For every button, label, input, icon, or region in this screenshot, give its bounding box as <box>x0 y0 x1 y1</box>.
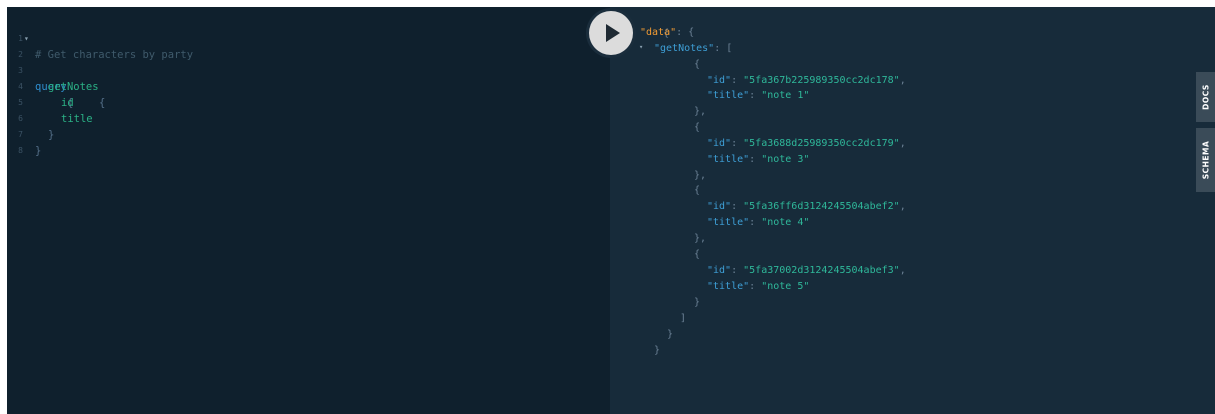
brace: }, <box>694 106 707 117</box>
brace: } <box>694 297 701 308</box>
json-key: "id" <box>707 138 732 149</box>
brace: }, <box>694 233 707 244</box>
editor-line[interactable]: 4 id <box>7 63 73 109</box>
json-key: "id" <box>707 265 732 276</box>
editor-line[interactable]: 3 getNotes { <box>7 47 105 109</box>
editor-line[interactable]: 7 } <box>7 111 45 157</box>
result-line: }, <box>694 168 706 184</box>
result-line: "title": "note 4" <box>707 215 809 231</box>
result-line: }, <box>694 231 706 247</box>
json-string: "5fa36ff6d3124245504abef2" <box>743 201 900 212</box>
json-key: "getNotes" <box>654 43 715 54</box>
json-string: "note 5" <box>761 281 810 292</box>
colon: : <box>714 43 727 54</box>
json-string: "note 3" <box>761 154 810 165</box>
colon: : <box>731 75 744 86</box>
result-line: } <box>654 343 660 359</box>
field-name: title <box>61 113 93 125</box>
json-string: "note 1" <box>761 90 810 101</box>
result-viewer: ▾ { ▾ "data": { ▾ "getNotes": [ { "id": … <box>610 7 1215 414</box>
editor-line[interactable]: 6 } <box>7 95 54 141</box>
field-name: id <box>61 97 74 109</box>
result-line: "id": "5fa367b225989350cc2dc178", <box>707 73 906 89</box>
result-line: } <box>667 327 673 343</box>
result-line: ] <box>680 311 686 327</box>
colon: : <box>749 281 762 292</box>
fold-arrow-icon[interactable]: ▾ <box>24 31 29 47</box>
colon: : <box>731 138 744 149</box>
comma: , <box>899 75 906 86</box>
comment-text: # Get characters by party <box>35 49 194 61</box>
result-line: { <box>694 57 700 73</box>
editor-line[interactable]: 2 ▾ query { <box>7 31 73 109</box>
play-icon <box>606 24 620 42</box>
result-line: "id": "5fa37002d3124245504abef3", <box>707 263 906 279</box>
colon: : <box>749 217 762 228</box>
result-line: { <box>694 183 700 199</box>
comma: , <box>899 138 906 149</box>
brace: { <box>694 185 701 196</box>
result-line: { <box>694 120 700 136</box>
json-key: "title" <box>707 154 750 165</box>
schema-tab-label: SCHEMA <box>1201 140 1210 180</box>
json-key: "id" <box>707 75 732 86</box>
schema-tab[interactable]: SCHEMA <box>1196 128 1215 192</box>
bracket: ] <box>680 313 687 324</box>
json-string: "5fa37002d3124245504abef3" <box>743 265 900 276</box>
result-line: "data": { <box>640 25 694 41</box>
line-number: 8 <box>18 146 23 155</box>
brace: { <box>688 27 695 38</box>
execute-query-button[interactable] <box>589 11 633 55</box>
editor-line[interactable]: 1 # Get characters by party <box>7 15 193 61</box>
result-line: "id": "5fa3688d25989350cc2dc179", <box>707 136 906 152</box>
brace: { <box>99 97 106 109</box>
colon: : <box>749 154 762 165</box>
json-key: "title" <box>707 90 750 101</box>
json-string: "5fa367b225989350cc2dc178" <box>743 75 900 86</box>
json-string: "note 4" <box>761 217 810 228</box>
brace: } <box>667 329 674 340</box>
brace: { <box>694 59 701 70</box>
editor-line[interactable]: 5 title <box>7 79 92 125</box>
editor-line[interactable]: 8 <box>7 127 45 155</box>
json-key: "title" <box>707 217 750 228</box>
comma: , <box>899 265 906 276</box>
field-name: getNotes <box>48 81 99 93</box>
fold-arrow-icon[interactable]: ▾ <box>639 43 643 51</box>
colon: : <box>731 201 744 212</box>
brace: } <box>654 345 661 356</box>
json-key: "id" <box>707 201 732 212</box>
colon: : <box>676 27 689 38</box>
json-key: "title" <box>707 281 750 292</box>
json-string: "5fa3688d25989350cc2dc179" <box>743 138 900 149</box>
colon: : <box>731 265 744 276</box>
result-line: "title": "note 3" <box>707 152 809 168</box>
query-editor[interactable]: 1 # Get characters by party 2 ▾ query { … <box>7 7 610 414</box>
brace: }, <box>694 170 707 181</box>
result-line: "getNotes": [ <box>654 41 732 57</box>
result-line: "title": "note 1" <box>707 88 809 104</box>
result-line: }, <box>694 104 706 120</box>
json-key: "data" <box>640 27 677 38</box>
docs-tab-label: DOCS <box>1201 84 1210 110</box>
brace: { <box>694 122 701 133</box>
colon: : <box>749 90 762 101</box>
brace: } <box>48 129 55 141</box>
comma: , <box>899 201 906 212</box>
result-line: "id": "5fa36ff6d3124245504abef2", <box>707 199 906 215</box>
result-line: { <box>627 10 669 39</box>
result-line: "title": "note 5" <box>707 279 809 295</box>
bracket: [ <box>726 43 733 54</box>
graphiql-app: 1 # Get characters by party 2 ▾ query { … <box>7 7 1215 414</box>
result-line: } <box>694 295 700 311</box>
docs-tab[interactable]: DOCS <box>1196 72 1215 122</box>
brace: { <box>694 249 701 260</box>
result-line: { <box>694 247 700 263</box>
